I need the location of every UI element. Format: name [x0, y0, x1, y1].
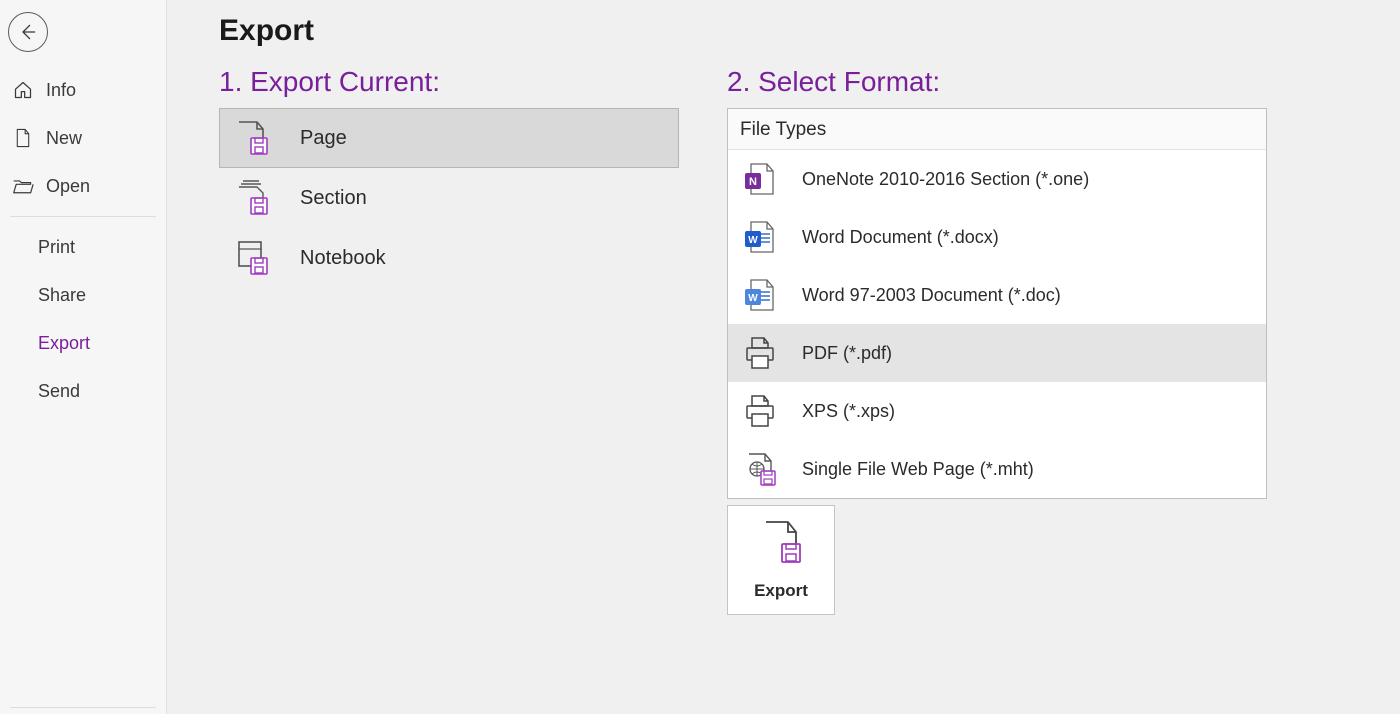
export-current-page[interactable]: Page [219, 108, 679, 168]
printer-icon [740, 392, 778, 430]
page-save-icon [234, 120, 270, 156]
format-label: XPS (*.xps) [802, 401, 895, 422]
sidebar-bottom-separator [10, 707, 156, 708]
export-button[interactable]: Export [727, 505, 835, 615]
export-button-label: Export [754, 581, 808, 601]
main-content: Export 1. Export Current: [167, 0, 1400, 714]
format-label: OneNote 2010-2016 Section (*.one) [802, 169, 1089, 190]
format-onenote-section[interactable]: N OneNote 2010-2016 Section (*.one) [728, 150, 1266, 208]
svg-text:W: W [748, 235, 758, 246]
file-types-header: File Types [728, 109, 1266, 150]
select-format-column: 2. Select Format: File Types N OneNote 2… [727, 66, 1267, 615]
svg-text:N: N [749, 176, 757, 188]
format-word-doc[interactable]: W Word 97-2003 Document (*.doc) [728, 266, 1266, 324]
section-save-icon [234, 180, 270, 216]
export-save-icon [760, 520, 802, 569]
export-current-column: 1. Export Current: Page [219, 66, 679, 288]
sidebar-item-export[interactable]: Export [0, 319, 166, 367]
home-icon [12, 79, 34, 101]
printer-icon [740, 334, 778, 372]
format-label: PDF (*.pdf) [802, 343, 892, 364]
sidebar-item-label: Open [46, 176, 90, 197]
sidebar-item-label: Export [38, 333, 90, 354]
sidebar-item-info[interactable]: Info [0, 66, 166, 114]
format-label: Single File Web Page (*.mht) [802, 459, 1034, 480]
option-label: Section [300, 187, 367, 210]
sidebar-separator [10, 216, 156, 217]
word-file-icon: W [740, 218, 778, 256]
sidebar-item-label: Print [38, 237, 75, 258]
section-heading-export-current: 1. Export Current: [219, 66, 679, 98]
sidebar-item-share[interactable]: Share [0, 271, 166, 319]
sidebar-item-open[interactable]: Open [0, 162, 166, 210]
export-current-section[interactable]: Section [219, 168, 679, 228]
format-label: Word 97-2003 Document (*.doc) [802, 285, 1061, 306]
page-title: Export [219, 14, 1400, 48]
sidebar-item-label: Info [46, 80, 76, 101]
format-label: Word Document (*.docx) [802, 227, 999, 248]
format-xps[interactable]: XPS (*.xps) [728, 382, 1266, 440]
arrow-left-icon [18, 22, 38, 42]
sidebar-item-print[interactable]: Print [0, 223, 166, 271]
folder-open-icon [12, 175, 34, 197]
word-legacy-file-icon: W [740, 276, 778, 314]
option-label: Page [300, 127, 347, 150]
sidebar-item-label: Send [38, 381, 80, 402]
notebook-save-icon [234, 240, 270, 276]
web-page-save-icon [740, 450, 778, 488]
format-mht[interactable]: Single File Web Page (*.mht) [728, 440, 1266, 498]
sidebar-item-send[interactable]: Send [0, 367, 166, 415]
backstage-sidebar: Info New Open Print Share Export Send [0, 0, 167, 714]
option-label: Notebook [300, 247, 386, 270]
svg-text:W: W [748, 293, 758, 304]
format-panel: File Types N OneNote 2010-2016 Section (… [727, 108, 1267, 499]
onenote-file-icon: N [740, 160, 778, 198]
document-icon [12, 127, 34, 149]
section-heading-select-format: 2. Select Format: [727, 66, 1267, 98]
back-button[interactable] [8, 12, 48, 52]
format-pdf[interactable]: PDF (*.pdf) [728, 324, 1266, 382]
sidebar-item-label: Share [38, 285, 86, 306]
export-current-notebook[interactable]: Notebook [219, 228, 679, 288]
export-current-list: Page Section [219, 108, 679, 288]
sidebar-item-label: New [46, 128, 82, 149]
sidebar-item-new[interactable]: New [0, 114, 166, 162]
format-word-docx[interactable]: W Word Document (*.docx) [728, 208, 1266, 266]
